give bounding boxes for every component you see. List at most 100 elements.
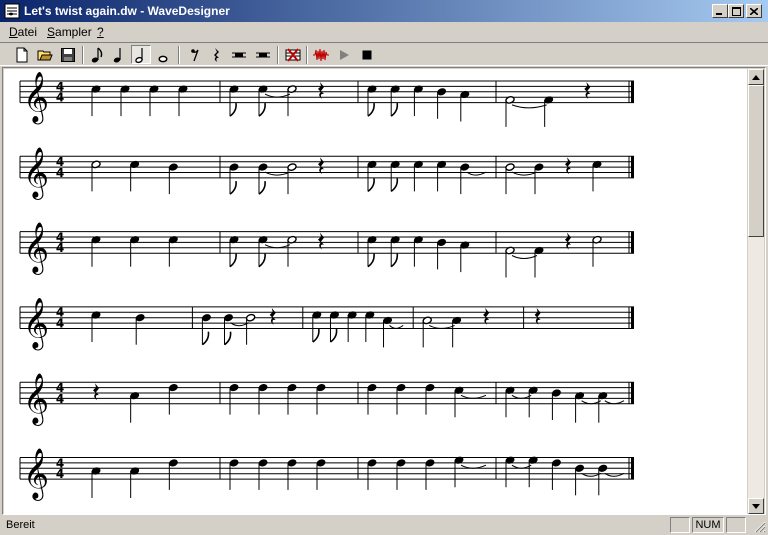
treble-clef: 𝄞 (23, 448, 49, 501)
eighth-note (229, 163, 239, 171)
whole-rest-button[interactable] (253, 45, 273, 64)
arrow-down-icon (752, 503, 760, 509)
tie (460, 394, 487, 399)
status-pane-caps (670, 517, 690, 533)
note-flag (229, 181, 237, 195)
quarter-note-button[interactable] (109, 45, 129, 64)
quarter-note-icon (113, 47, 121, 63)
open-icon (37, 50, 53, 60)
quarter-note (396, 459, 406, 467)
time-signature-denominator: 4 (56, 166, 64, 180)
waveform-icon (313, 48, 329, 61)
note-flag (258, 181, 266, 195)
scroll-thumb[interactable] (748, 85, 764, 237)
quarter-note (437, 88, 447, 96)
save-button[interactable] (58, 45, 78, 64)
maximize-button[interactable] (728, 4, 744, 18)
menu-help[interactable]: ? (97, 25, 104, 39)
half-note-button[interactable] (131, 45, 151, 64)
waveform-button[interactable] (311, 45, 331, 64)
tie (264, 244, 291, 249)
quarter-note (460, 163, 470, 171)
menu-sampler[interactable]: Sampler (47, 25, 92, 39)
quarter-note (168, 459, 178, 467)
score[interactable]: 𝄞 44𝄞 44𝄞 44𝄞 44𝄞 44𝄞 44 (4, 69, 747, 514)
toolbar (0, 42, 768, 66)
eighth-note-button[interactable] (87, 45, 107, 64)
quarter-note (437, 238, 447, 246)
tie (604, 400, 625, 405)
half-note-icon (135, 47, 143, 63)
scroll-up-button[interactable] (748, 69, 764, 85)
close-button[interactable] (746, 4, 762, 18)
eighth-rest-button[interactable] (185, 45, 205, 64)
title-bar[interactable]: Let's twist again.dw - WaveDesigner (0, 0, 768, 22)
half-rest-button[interactable] (229, 45, 249, 64)
play-button[interactable] (334, 45, 354, 64)
quarter-note (598, 464, 608, 472)
score-canvas[interactable]: 𝄞 4 4 𝄞 4 4 𝄞 4 4 𝄞 4 4 𝄞 4 4 𝄞 4 4 (4, 69, 747, 514)
quarter-rest (269, 307, 276, 325)
quarter-rest (318, 82, 324, 99)
note-flag (258, 103, 266, 117)
quarter-note (168, 163, 178, 171)
quarter-rest (584, 82, 591, 99)
vertical-scrollbar[interactable] (748, 69, 764, 514)
scroll-down-button[interactable] (748, 498, 764, 514)
time-signature-denominator: 4 (56, 317, 64, 331)
quarter-note (367, 384, 377, 392)
treble-clef: 𝄞 (23, 222, 49, 275)
treble-clef: 𝄞 (23, 373, 49, 426)
quarter-note (551, 389, 561, 397)
half-note (505, 163, 515, 171)
note-flag (312, 328, 320, 343)
quarter-note (168, 384, 178, 392)
quarter-note (287, 459, 297, 467)
quarter-note (229, 459, 239, 467)
note-flag (367, 253, 375, 268)
resize-grip-icon[interactable] (754, 521, 766, 533)
tie (389, 324, 404, 329)
window-title: Let's twist again.dw - WaveDesigner (24, 4, 230, 18)
tie (428, 324, 455, 329)
status-bar: Bereit NUM (0, 515, 768, 535)
note-flag (390, 178, 399, 193)
note-flag (201, 331, 210, 346)
half-rest-icon (232, 52, 246, 57)
time-signature-denominator: 4 (56, 91, 64, 105)
note-flag (229, 103, 237, 117)
half-note (245, 313, 256, 322)
quarter-rest (534, 307, 541, 325)
menu-datei[interactable]: Datei (9, 25, 37, 39)
tie (511, 394, 532, 399)
document-frame: 𝄞 4 4 𝄞 4 4 𝄞 4 4 𝄞 4 4 𝄞 4 4 𝄞 4 4 (2, 67, 766, 515)
save-icon (61, 47, 75, 62)
minimize-icon (716, 12, 722, 15)
tie (511, 464, 532, 469)
quarter-note (425, 459, 435, 467)
treble-clef: 𝄞 (23, 72, 49, 125)
quarter-rest-button[interactable] (207, 45, 227, 64)
tie (581, 400, 602, 405)
open-button[interactable] (35, 45, 55, 64)
quarter-note (258, 384, 268, 392)
eighth-rest-icon (191, 48, 199, 61)
minimize-button[interactable] (712, 4, 728, 18)
note-flag (390, 253, 399, 268)
quarter-rest (93, 383, 99, 401)
delete-button[interactable] (283, 45, 303, 64)
quarter-rest (565, 157, 571, 175)
note-flag (224, 331, 232, 346)
eighth-note (258, 163, 268, 171)
quarter-rest (318, 232, 324, 250)
new-button[interactable] (12, 45, 32, 64)
quarter-note (287, 384, 297, 392)
quarter-note (258, 459, 268, 467)
whole-note-button[interactable] (153, 45, 173, 64)
quarter-rest (318, 157, 324, 175)
delete-icon (285, 47, 301, 62)
stop-button[interactable] (357, 45, 377, 64)
status-text: Bereit (6, 519, 35, 531)
eighth-note (201, 314, 211, 322)
stop-icon (362, 50, 372, 59)
